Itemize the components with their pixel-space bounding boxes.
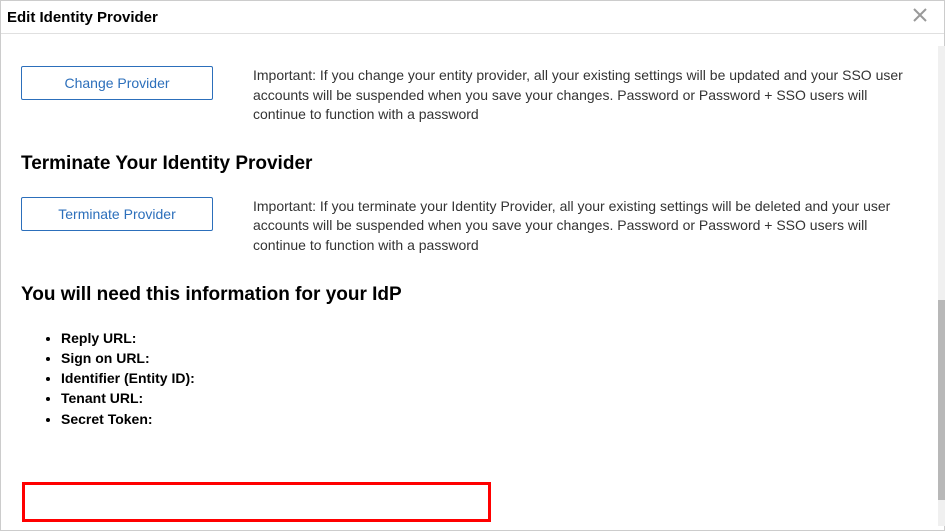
modal-body: Change Provider Important: If you change…: [1, 34, 944, 530]
list-item: Tenant URL:: [61, 388, 924, 408]
change-provider-button[interactable]: Change Provider: [21, 66, 213, 100]
highlight-annotation: [22, 482, 491, 522]
idp-info-list: Reply URL: Sign on URL: Identifier (Enti…: [61, 328, 924, 429]
list-item: Identifier (Entity ID):: [61, 368, 924, 388]
edit-identity-provider-modal: Edit Identity Provider Change Provider I…: [0, 0, 945, 531]
list-item: Reply URL:: [61, 328, 924, 348]
terminate-heading: Terminate Your Identity Provider: [21, 153, 924, 175]
terminate-provider-button[interactable]: Terminate Provider: [21, 197, 213, 231]
terminate-provider-text: Important: If you terminate your Identit…: [253, 197, 924, 256]
list-item: Sign on URL:: [61, 348, 924, 368]
close-icon[interactable]: [908, 7, 932, 27]
terminate-provider-section: Terminate Provider Important: If you ter…: [21, 197, 924, 256]
scrollbar-thumb[interactable]: [938, 300, 945, 500]
idp-info-heading: You will need this information for your …: [21, 284, 924, 306]
list-item: Secret Token:: [61, 409, 924, 429]
change-provider-text: Important: If you change your entity pro…: [253, 66, 924, 125]
change-provider-section: Change Provider Important: If you change…: [21, 66, 924, 125]
modal-title: Edit Identity Provider: [7, 9, 158, 26]
modal-header: Edit Identity Provider: [1, 1, 944, 34]
